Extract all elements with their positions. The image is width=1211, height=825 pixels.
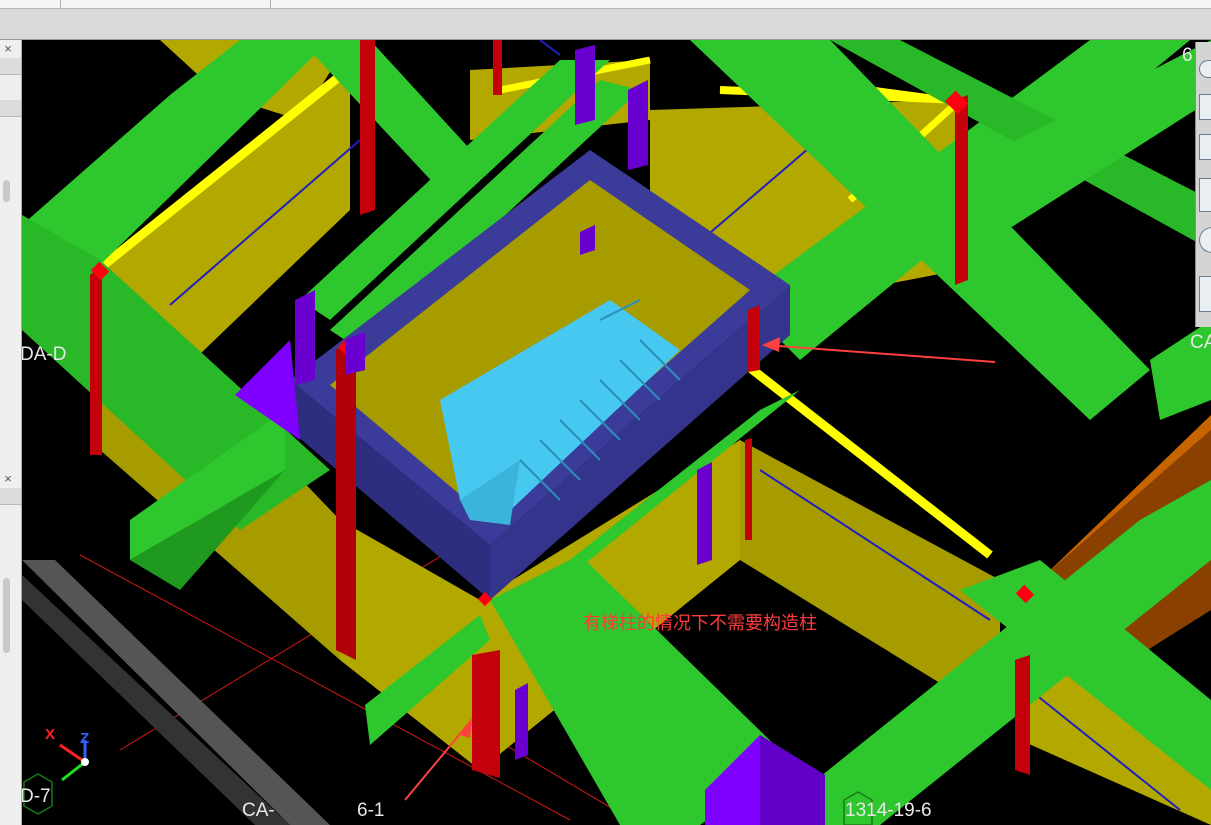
view-box-icon[interactable] [1199,178,1211,212]
3d-model-viewport[interactable]: DA-D D-7 CA- 6-1 1314-19-6 6 CA X Z 有梯柱的… [22,40,1211,825]
view-front-icon[interactable] [1199,94,1211,120]
axis-label-d-7: D-7 [22,786,51,807]
ucs-y-axis [61,760,86,782]
left-docked-panel: × × [0,40,22,825]
column-block-side [760,735,825,825]
panel-header [0,488,21,505]
circle-icon[interactable] [1199,227,1211,253]
gray-beam-side [22,575,290,825]
stair-post [295,290,315,385]
model-canvas [22,40,1211,825]
axis-label-ca-right: CA [1190,332,1211,353]
axis-label-6: 6 [1182,45,1193,66]
panel-scrollbar-thumb[interactable] [3,180,10,202]
constructional-column [90,265,102,455]
stair-post [515,683,528,760]
stair-post [697,462,712,565]
axis-label-da-d: DA-D [22,344,67,365]
view-toolbar [1195,42,1211,327]
constructional-column [1015,655,1030,775]
tab-separator [60,0,61,8]
axis-label-1314-19-6: 1314-19-6 [845,800,932,821]
guide-line [539,40,561,56]
tab-separator [270,0,271,8]
view-iso-icon[interactable] [1199,134,1211,160]
annotation-text: 有梯柱的情况下不需要构造柱 [583,613,817,634]
panel-header [0,58,21,75]
stair-column [748,305,760,372]
panel-close-icon[interactable]: × [2,472,14,485]
stair-post [575,45,595,125]
calculator-icon[interactable] [1199,276,1211,312]
panel-scrollbar-thumb[interactable] [3,578,10,653]
axis-label-6-1: 6-1 [357,800,385,821]
stair-post [628,80,648,170]
constructional-column [745,438,752,540]
constructional-column [955,95,968,285]
panel-close-icon[interactable]: × [2,42,14,55]
panel-header [0,100,21,117]
constructional-column [472,650,500,778]
axis-label-ca: CA- [242,800,275,821]
top-toolbar [0,0,1211,40]
ucs-x-axis [59,743,86,764]
ucs-z-label: Z [80,730,90,747]
orbit-icon[interactable] [1199,60,1211,78]
constructional-column [493,40,502,95]
constructional-column [336,340,356,660]
tab-strip [0,0,1211,9]
ucs-origin [81,758,89,766]
ucs-x-label: X [45,726,56,743]
constructional-column [360,40,375,215]
